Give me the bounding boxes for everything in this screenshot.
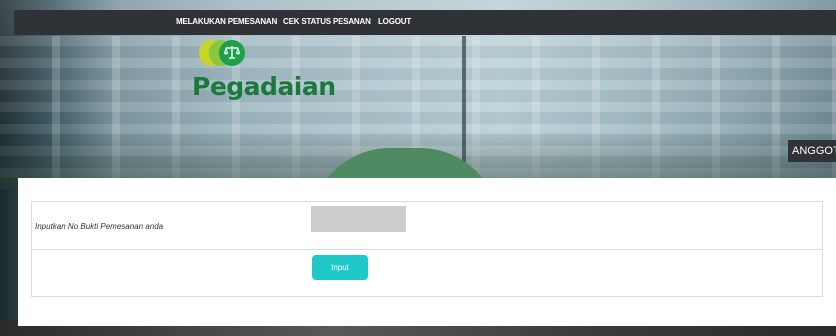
booking-number-label: Inputkan No Bukti Pemesanan anda	[35, 222, 164, 231]
input-submit-button[interactable]: Input	[312, 255, 368, 280]
nav-item-logout[interactable]: LOGOUT	[378, 17, 411, 26]
form-table: Inputkan No Bukti Pemesanan anda Input	[31, 201, 823, 297]
brand-name: Pegadaian	[192, 72, 336, 101]
booking-number-input[interactable]	[311, 206, 406, 232]
nav-item-cek-status-pesanan[interactable]: CEK STATUS PESANAN	[283, 17, 371, 26]
row-divider	[32, 249, 822, 250]
scale-icon	[223, 46, 241, 59]
top-navbar: MELAKUKAN PEMESANAN CEK STATUS PESANAN L…	[14, 10, 836, 35]
member-tag[interactable]: ANGGOTA	[788, 140, 836, 162]
brand-logo: Pegadaian	[192, 40, 336, 110]
form-panel: Inputkan No Bukti Pemesanan anda Input	[18, 178, 836, 326]
nav-item-melakukan-pemesanan[interactable]: MELAKUKAN PEMESANAN	[176, 17, 277, 26]
